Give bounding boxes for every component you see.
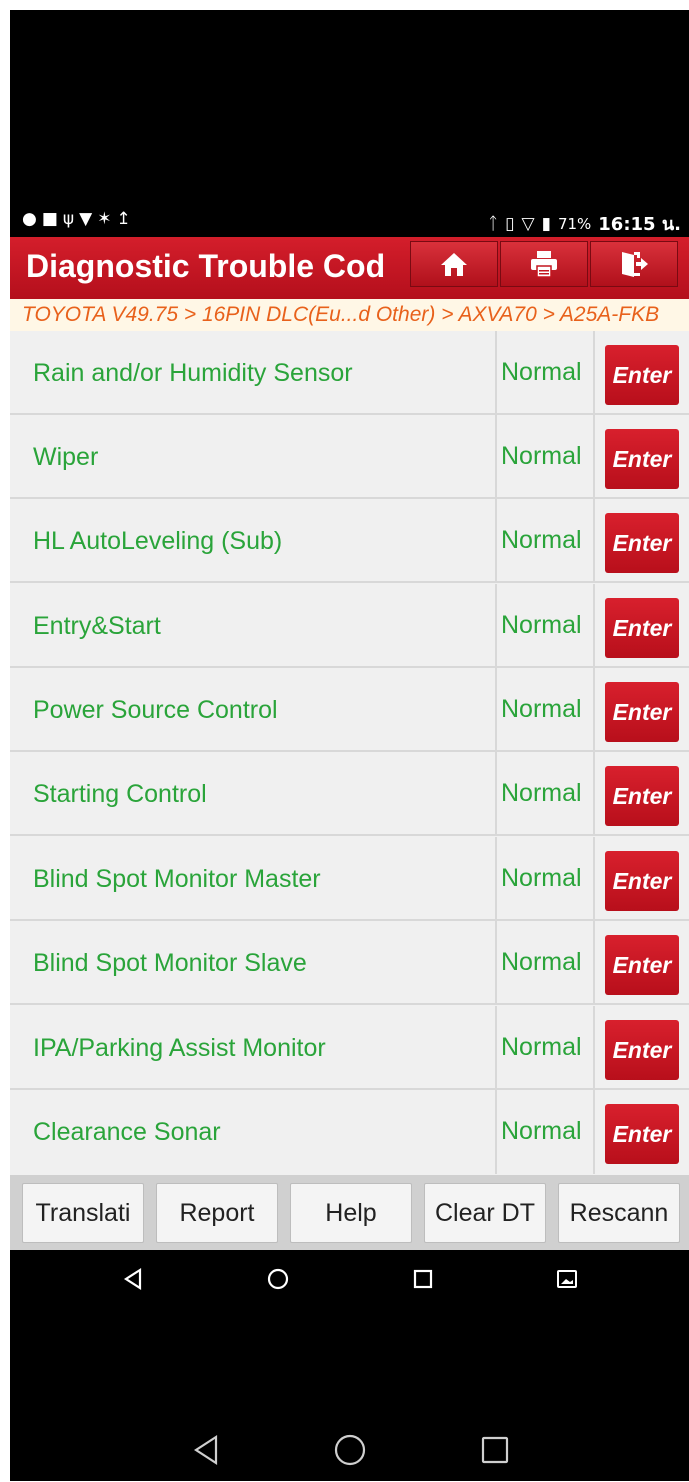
status-bar: ●■ψ▼✶↥ ᛏ ▯ ▽ ▮ 71% 16:15 น.	[10, 205, 689, 237]
status-text: Normal	[501, 611, 582, 639]
signal-icon: ▽	[521, 213, 535, 234]
phone-screen: ●■ψ▼✶↥ ᛏ ▯ ▽ ▮ 71% 16:15 น. Diagnostic T…	[10, 10, 689, 1481]
title-bar: Diagnostic Trouble Cod	[10, 237, 689, 299]
status-text: Normal	[501, 779, 582, 807]
clock: 16:15 น.	[598, 214, 681, 235]
system-list: Rain and/or Humidity Sensor Normal Enter…	[10, 331, 689, 1175]
clear-dtc-button[interactable]: Clear DT	[424, 1183, 546, 1243]
system-name: Starting Control	[33, 780, 207, 808]
image-icon: ■	[41, 209, 63, 229]
enter-button[interactable]: Enter	[605, 851, 679, 911]
list-item: IPA/Parking Assist Monitor Normal Enter	[10, 1006, 689, 1090]
status-text: Normal	[501, 1117, 582, 1145]
list-item: Blind Spot Monitor Slave Normal Enter	[10, 921, 689, 1005]
status-text: Normal	[501, 948, 582, 976]
back-icon[interactable]	[186, 1430, 226, 1470]
enter-button[interactable]: Enter	[605, 513, 679, 573]
status-text: Normal	[501, 864, 582, 892]
wifi-question-icon: ▼	[79, 209, 98, 229]
home-button[interactable]	[410, 241, 498, 287]
battery-percent: 71%	[557, 214, 592, 233]
system-name: IPA/Parking Assist Monitor	[33, 1034, 326, 1062]
system-name: Power Source Control	[33, 696, 278, 724]
enter-button[interactable]: Enter	[605, 429, 679, 489]
enter-button[interactable]: Enter	[605, 1104, 679, 1164]
screenshot-icon[interactable]	[552, 1264, 582, 1294]
list-item: Power Source Control Normal Enter	[10, 668, 689, 752]
list-item: Entry&Start Normal Enter	[10, 584, 689, 668]
chat-bubble-icon: ●	[22, 209, 42, 229]
print-icon	[531, 251, 557, 278]
help-button[interactable]: Help	[290, 1183, 412, 1243]
system-name: Blind Spot Monitor Slave	[33, 949, 307, 977]
report-button[interactable]: Report	[156, 1183, 278, 1243]
print-button[interactable]	[500, 241, 588, 287]
list-item: Clearance Sonar Normal Enter	[10, 1090, 689, 1174]
page-title: Diagnostic Trouble Cod	[26, 248, 386, 284]
bluetooth-scanner-icon: ✶	[97, 209, 117, 229]
status-text: Normal	[501, 358, 582, 386]
status-text: Normal	[501, 526, 582, 554]
system-status: ᛏ ▯ ▽ ▮ 71% 16:15 น.	[488, 209, 681, 238]
action-bar: Translati Report Help Clear DT Rescann	[10, 1175, 689, 1250]
system-navigation-bar	[10, 1420, 689, 1482]
list-item: Rain and/or Humidity Sensor Normal Enter	[10, 331, 689, 415]
status-text: Normal	[501, 442, 582, 470]
home-nav-icon[interactable]	[330, 1430, 370, 1470]
system-name: Entry&Start	[33, 612, 161, 640]
status-text: Normal	[501, 1033, 582, 1061]
home-icon	[441, 253, 467, 276]
list-item: Blind Spot Monitor Master Normal Enter	[10, 837, 689, 921]
recents-icon[interactable]	[475, 1430, 515, 1470]
system-name: HL AutoLeveling (Sub)	[33, 527, 283, 555]
home-nav-icon[interactable]	[263, 1264, 293, 1294]
battery-icon: ▮	[541, 213, 551, 234]
recents-icon[interactable]	[408, 1264, 438, 1294]
list-item: Wiper Normal Enter	[10, 415, 689, 499]
list-item: Starting Control Normal Enter	[10, 752, 689, 836]
enter-button[interactable]: Enter	[605, 935, 679, 995]
bluetooth-icon: ᛏ	[487, 213, 499, 234]
exit-button[interactable]	[590, 241, 678, 287]
list-item: HL AutoLeveling (Sub) Normal Enter	[10, 499, 689, 583]
system-name: Blind Spot Monitor Master	[33, 865, 321, 893]
system-name: Clearance Sonar	[33, 1118, 221, 1146]
app-navigation-bar	[10, 1250, 689, 1308]
enter-button[interactable]: Enter	[605, 345, 679, 405]
breadcrumb: TOYOTA V49.75 > 16PIN DLC(Eu...d Other) …	[10, 299, 689, 331]
translate-button[interactable]: Translati	[22, 1183, 144, 1243]
stethoscope-icon: ψ	[62, 209, 80, 229]
enter-button[interactable]: Enter	[605, 682, 679, 742]
exit-icon	[622, 252, 648, 277]
notification-icons: ●■ψ▼✶↥	[22, 209, 136, 229]
system-name: Wiper	[33, 443, 99, 471]
status-text: Normal	[501, 695, 582, 723]
system-name: Rain and/or Humidity Sensor	[33, 359, 353, 387]
upload-icon: ↥	[116, 209, 136, 229]
rescan-button[interactable]: Rescann	[558, 1183, 680, 1243]
vibrate-icon: ▯	[505, 213, 515, 234]
enter-button[interactable]: Enter	[605, 766, 679, 826]
back-icon[interactable]	[118, 1264, 148, 1294]
enter-button[interactable]: Enter	[605, 598, 679, 658]
enter-button[interactable]: Enter	[605, 1020, 679, 1080]
